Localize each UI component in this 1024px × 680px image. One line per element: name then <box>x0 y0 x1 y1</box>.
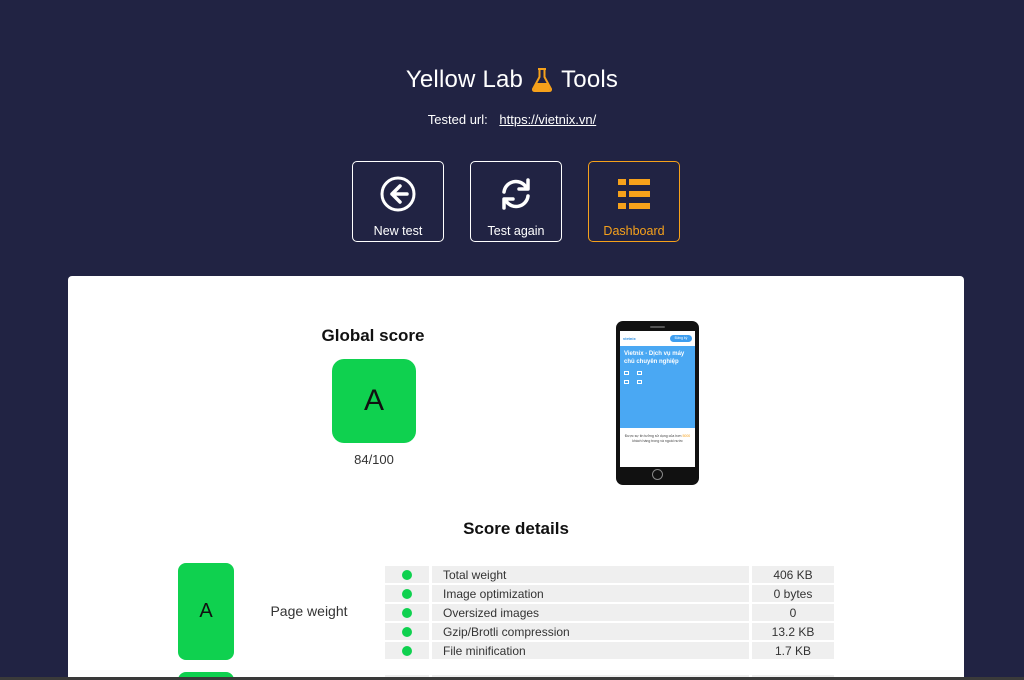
page-weight-grade-badge[interactable]: A <box>178 563 234 660</box>
rule-value: 13.2 KB <box>752 623 834 640</box>
status-dot-icon <box>402 569 412 580</box>
tested-url-link[interactable]: https://vietnix.vn/ <box>499 112 596 127</box>
title-right: Tools <box>561 66 619 93</box>
new-test-button[interactable]: New test <box>352 161 444 242</box>
global-grade: A <box>363 384 384 417</box>
rule-name: Oversized images <box>432 604 749 621</box>
preview-body: Được sự tin tưởng sử dụng của hơn 5000 k… <box>620 428 695 450</box>
preview-body-before: Được sự tin tưởng sử dụng của hơn <box>624 434 682 438</box>
preview-pill: Đăng ký <box>670 335 692 342</box>
rule-name: Image optimization <box>432 585 749 602</box>
global-score-value: 84/100 <box>354 452 394 467</box>
title-left: Yellow Lab <box>405 66 524 93</box>
rule-value: 0 bytes <box>752 585 834 602</box>
rule-row[interactable]: File minification 1.7 KB <box>385 642 834 659</box>
score-details-title: Score details <box>463 519 569 538</box>
page-weight-rules: Total weight 406 KB Image optimization 0… <box>385 566 834 661</box>
results-panel: Global score A 84/100 vietnix Đăng ký Vi… <box>68 276 964 680</box>
preview-hero: Vietnix - Dịch vụ máy chủ chuyên nghiệp <box>620 346 695 428</box>
status-dot-icon <box>402 626 412 637</box>
page-weight-label[interactable]: Page weight <box>254 603 364 619</box>
global-grade-badge: A <box>332 359 416 443</box>
rule-status-cell <box>385 604 429 621</box>
preview-feature-icon <box>624 371 629 375</box>
preview-feature-icon <box>624 380 629 384</box>
preview-logo: vietnix <box>623 336 636 341</box>
app-title: Yellow Lab Tools <box>0 66 1024 94</box>
rule-row[interactable]: Image optimization 0 bytes <box>385 585 834 602</box>
list-icon <box>618 179 650 209</box>
preview-hero-row <box>624 371 691 375</box>
phone-screenshot: vietnix Đăng ký Vietnix - Dịch vụ máy ch… <box>616 321 699 485</box>
rule-value: 406 KB <box>752 566 834 583</box>
status-dot-icon <box>402 645 412 656</box>
status-dot-icon <box>402 607 412 618</box>
flask-icon <box>532 68 553 92</box>
action-bar: New test Test again Dashboard <box>352 161 680 242</box>
preview-feature-icon <box>637 380 642 384</box>
refresh-icon <box>502 178 530 210</box>
rule-name: Total weight <box>432 566 749 583</box>
rule-value: 0 <box>752 604 834 621</box>
preview-body-highlight: 5000 <box>682 434 691 438</box>
test-again-button[interactable]: Test again <box>470 161 562 242</box>
preview-hero-title: Vietnix - Dịch vụ máy chủ chuyên nghiệp <box>624 351 685 365</box>
rule-status-cell <box>385 642 429 659</box>
page-weight-grade: A <box>199 600 213 622</box>
rule-row[interactable]: Oversized images 0 <box>385 604 834 621</box>
rule-status-cell <box>385 623 429 640</box>
status-dot-icon <box>402 588 412 599</box>
arrow-left-circle-icon <box>380 176 416 212</box>
global-score-title: Global score <box>321 326 425 345</box>
preview-feature-icon <box>637 371 642 375</box>
preview-body-after: khách hàng trong và ngoài nước <box>632 439 683 443</box>
test-again-label: Test again <box>487 224 545 238</box>
phone-screen: vietnix Đăng ký Vietnix - Dịch vụ máy ch… <box>620 331 695 467</box>
rule-status-cell <box>385 585 429 602</box>
phone-speaker <box>650 326 665 328</box>
new-test-label: New test <box>373 224 423 238</box>
phone-home-button <box>652 469 663 480</box>
dashboard-button[interactable]: Dashboard <box>588 161 680 242</box>
preview-topbar: vietnix Đăng ký <box>620 331 695 346</box>
dashboard-label: Dashboard <box>603 224 665 238</box>
rule-name: File minification <box>432 642 749 659</box>
tested-url-label: Tested url: <box>427 112 488 127</box>
tested-url-line: Tested url: https://vietnix.vn/ <box>0 112 1024 127</box>
rule-value: 1.7 KB <box>752 642 834 659</box>
rule-row[interactable]: Total weight 406 KB <box>385 566 834 583</box>
rule-name: Gzip/Brotli compression <box>432 623 749 640</box>
preview-hero-row <box>624 380 691 384</box>
rule-row[interactable]: Gzip/Brotli compression 13.2 KB <box>385 623 834 640</box>
rule-status-cell <box>385 566 429 583</box>
